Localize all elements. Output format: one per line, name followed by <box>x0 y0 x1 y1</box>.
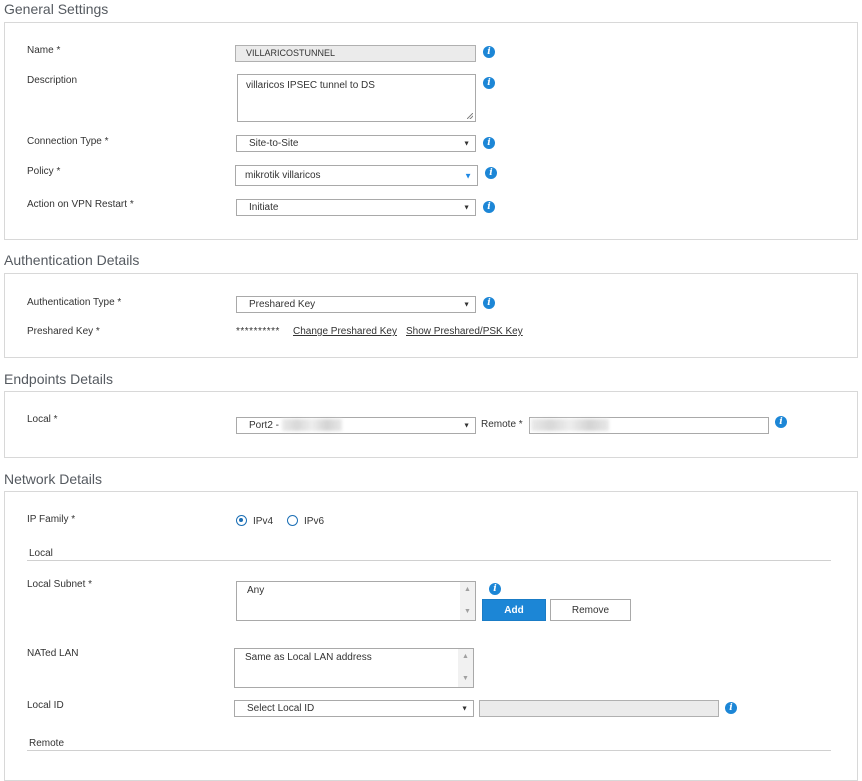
name-input[interactable]: VILLARICOSTUNNEL <box>235 45 476 62</box>
local-subnet-scrollbar[interactable]: ▲ ▼ <box>460 582 475 620</box>
local-subnet-listbox[interactable]: Any ▲ ▼ <box>236 581 476 621</box>
info-icon[interactable]: i <box>483 46 495 58</box>
connection-type-select[interactable]: Site-to-Site ▼ <box>236 135 476 152</box>
section-title-auth: Authentication Details <box>4 252 140 268</box>
description-value: villaricos IPSEC tunnel to DS <box>246 80 375 91</box>
local-endpoint-label: Local * <box>27 414 58 425</box>
policy-select[interactable]: mikrotik villaricos ▼ <box>235 165 478 186</box>
show-psk-link[interactable]: Show Preshared/PSK Key <box>406 326 523 337</box>
local-id-input[interactable] <box>479 700 719 717</box>
policy-value: mikrotik villaricos <box>245 170 321 181</box>
local-id-label: Local ID <box>27 700 64 711</box>
nated-lan-item[interactable]: Same as Local LAN address <box>245 652 372 663</box>
local-id-value: Select Local ID <box>247 703 315 714</box>
scroll-down-icon[interactable]: ▼ <box>460 606 475 618</box>
action-value: Initiate <box>249 202 279 213</box>
connection-type-value: Site-to-Site <box>249 138 299 149</box>
info-icon[interactable]: i <box>725 702 737 714</box>
authentication-panel <box>4 273 858 358</box>
ipv4-label: IPv4 <box>253 516 274 527</box>
nated-lan-scrollbar[interactable]: ▲ ▼ <box>458 649 473 687</box>
policy-label: Policy * <box>27 166 61 177</box>
info-icon[interactable]: i <box>483 297 495 309</box>
auth-type-label: Authentication Type * <box>27 297 122 308</box>
psk-label: Preshared Key * <box>27 326 100 337</box>
chevron-down-icon: ▼ <box>463 140 470 147</box>
chevron-down-icon: ▼ <box>461 705 468 712</box>
ipv4-radio[interactable] <box>236 515 247 526</box>
local-heading: Local <box>29 548 53 559</box>
ipv6-label: IPv6 <box>304 516 325 527</box>
scroll-up-icon[interactable]: ▲ <box>460 584 475 596</box>
section-title-general: General Settings <box>4 1 109 17</box>
auth-type-select[interactable]: Preshared Key ▼ <box>236 296 476 313</box>
ipv6-radio[interactable] <box>287 515 298 526</box>
redacted-remote-address <box>531 419 609 431</box>
section-title-endpoints: Endpoints Details <box>4 371 113 387</box>
action-select[interactable]: Initiate ▼ <box>236 199 476 216</box>
chevron-down-icon: ▼ <box>463 301 470 308</box>
local-endpoint-select[interactable]: Port2 - ▼ <box>236 417 476 434</box>
nated-lan-label: NATed LAN <box>27 648 79 659</box>
info-icon[interactable]: i <box>483 137 495 149</box>
chevron-down-icon: ▼ <box>463 204 470 211</box>
info-icon[interactable]: i <box>483 201 495 213</box>
name-label: Name * <box>27 45 61 56</box>
info-icon[interactable]: i <box>489 583 501 595</box>
redacted-local-address <box>282 419 342 431</box>
info-icon[interactable]: i <box>775 416 787 428</box>
resize-grip-icon[interactable] <box>467 113 473 119</box>
chevron-down-icon: ▼ <box>463 422 470 429</box>
remote-heading: Remote <box>29 738 65 749</box>
info-icon[interactable]: i <box>485 167 497 179</box>
local-id-select[interactable]: Select Local ID ▼ <box>234 700 474 717</box>
local-subnet-item[interactable]: Any <box>247 585 264 596</box>
info-icon[interactable]: i <box>483 77 495 89</box>
connection-type-label: Connection Type * <box>27 136 109 147</box>
description-label: Description <box>27 75 78 86</box>
auth-type-value: Preshared Key <box>249 299 316 310</box>
local-divider <box>27 560 831 561</box>
scroll-down-icon[interactable]: ▼ <box>458 673 473 685</box>
remove-button[interactable]: Remove <box>550 599 631 621</box>
psk-mask: ********** <box>236 326 280 337</box>
add-button[interactable]: Add <box>482 599 546 621</box>
local-endpoint-value: Port2 - <box>249 420 280 431</box>
ip-family-label: IP Family * <box>27 514 76 525</box>
description-textarea[interactable]: villaricos IPSEC tunnel to DS <box>237 74 476 122</box>
chevron-down-icon: ▼ <box>464 171 472 180</box>
nated-lan-listbox[interactable]: Same as Local LAN address ▲ ▼ <box>234 648 474 688</box>
local-subnet-label: Local Subnet * <box>27 579 93 590</box>
change-psk-link[interactable]: Change Preshared Key <box>293 326 397 337</box>
action-label: Action on VPN Restart * <box>27 199 134 210</box>
remote-divider <box>27 750 831 751</box>
remote-endpoint-label: Remote * <box>481 419 523 430</box>
scroll-up-icon[interactable]: ▲ <box>458 651 473 663</box>
section-title-network: Network Details <box>4 471 103 487</box>
network-panel <box>4 491 858 781</box>
